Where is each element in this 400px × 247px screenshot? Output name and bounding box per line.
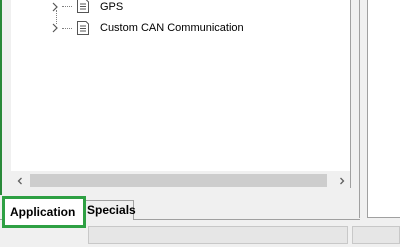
- tab-specials[interactable]: Specials: [80, 200, 136, 220]
- chevron-left-icon[interactable]: [11, 172, 28, 189]
- document-icon: [75, 0, 91, 14]
- status-field-secondary: [352, 226, 400, 244]
- panel-divider: [359, 0, 360, 218]
- status-field: [88, 226, 348, 244]
- chevron-right-icon[interactable]: [50, 23, 60, 33]
- horizontal-scrollbar[interactable]: [11, 171, 350, 189]
- chevron-right-icon[interactable]: [50, 2, 60, 12]
- tab-application[interactable]: Application: [2, 196, 86, 228]
- right-side-panel: [367, 0, 400, 218]
- tab-label: Specials: [87, 203, 136, 217]
- tree-connector-dots: [62, 28, 72, 30]
- tree-view[interactable]: GPS Custom CAN Communication: [11, 0, 351, 188]
- status-bar: [0, 225, 400, 247]
- tree-connector-dots: [62, 6, 72, 8]
- tab-label: Application: [10, 205, 76, 219]
- tree-item-label[interactable]: Custom CAN Communication: [100, 21, 244, 35]
- chevron-right-icon[interactable]: [333, 172, 350, 189]
- tree-item-label[interactable]: GPS: [100, 0, 123, 14]
- tree-item-gps[interactable]: GPS: [11, 0, 341, 18]
- tree-item-custom-can-communication[interactable]: Custom CAN Communication: [11, 20, 341, 42]
- document-icon: [75, 20, 91, 36]
- scrollbar-thumb[interactable]: [30, 174, 327, 187]
- left-accent-bar: [0, 0, 2, 195]
